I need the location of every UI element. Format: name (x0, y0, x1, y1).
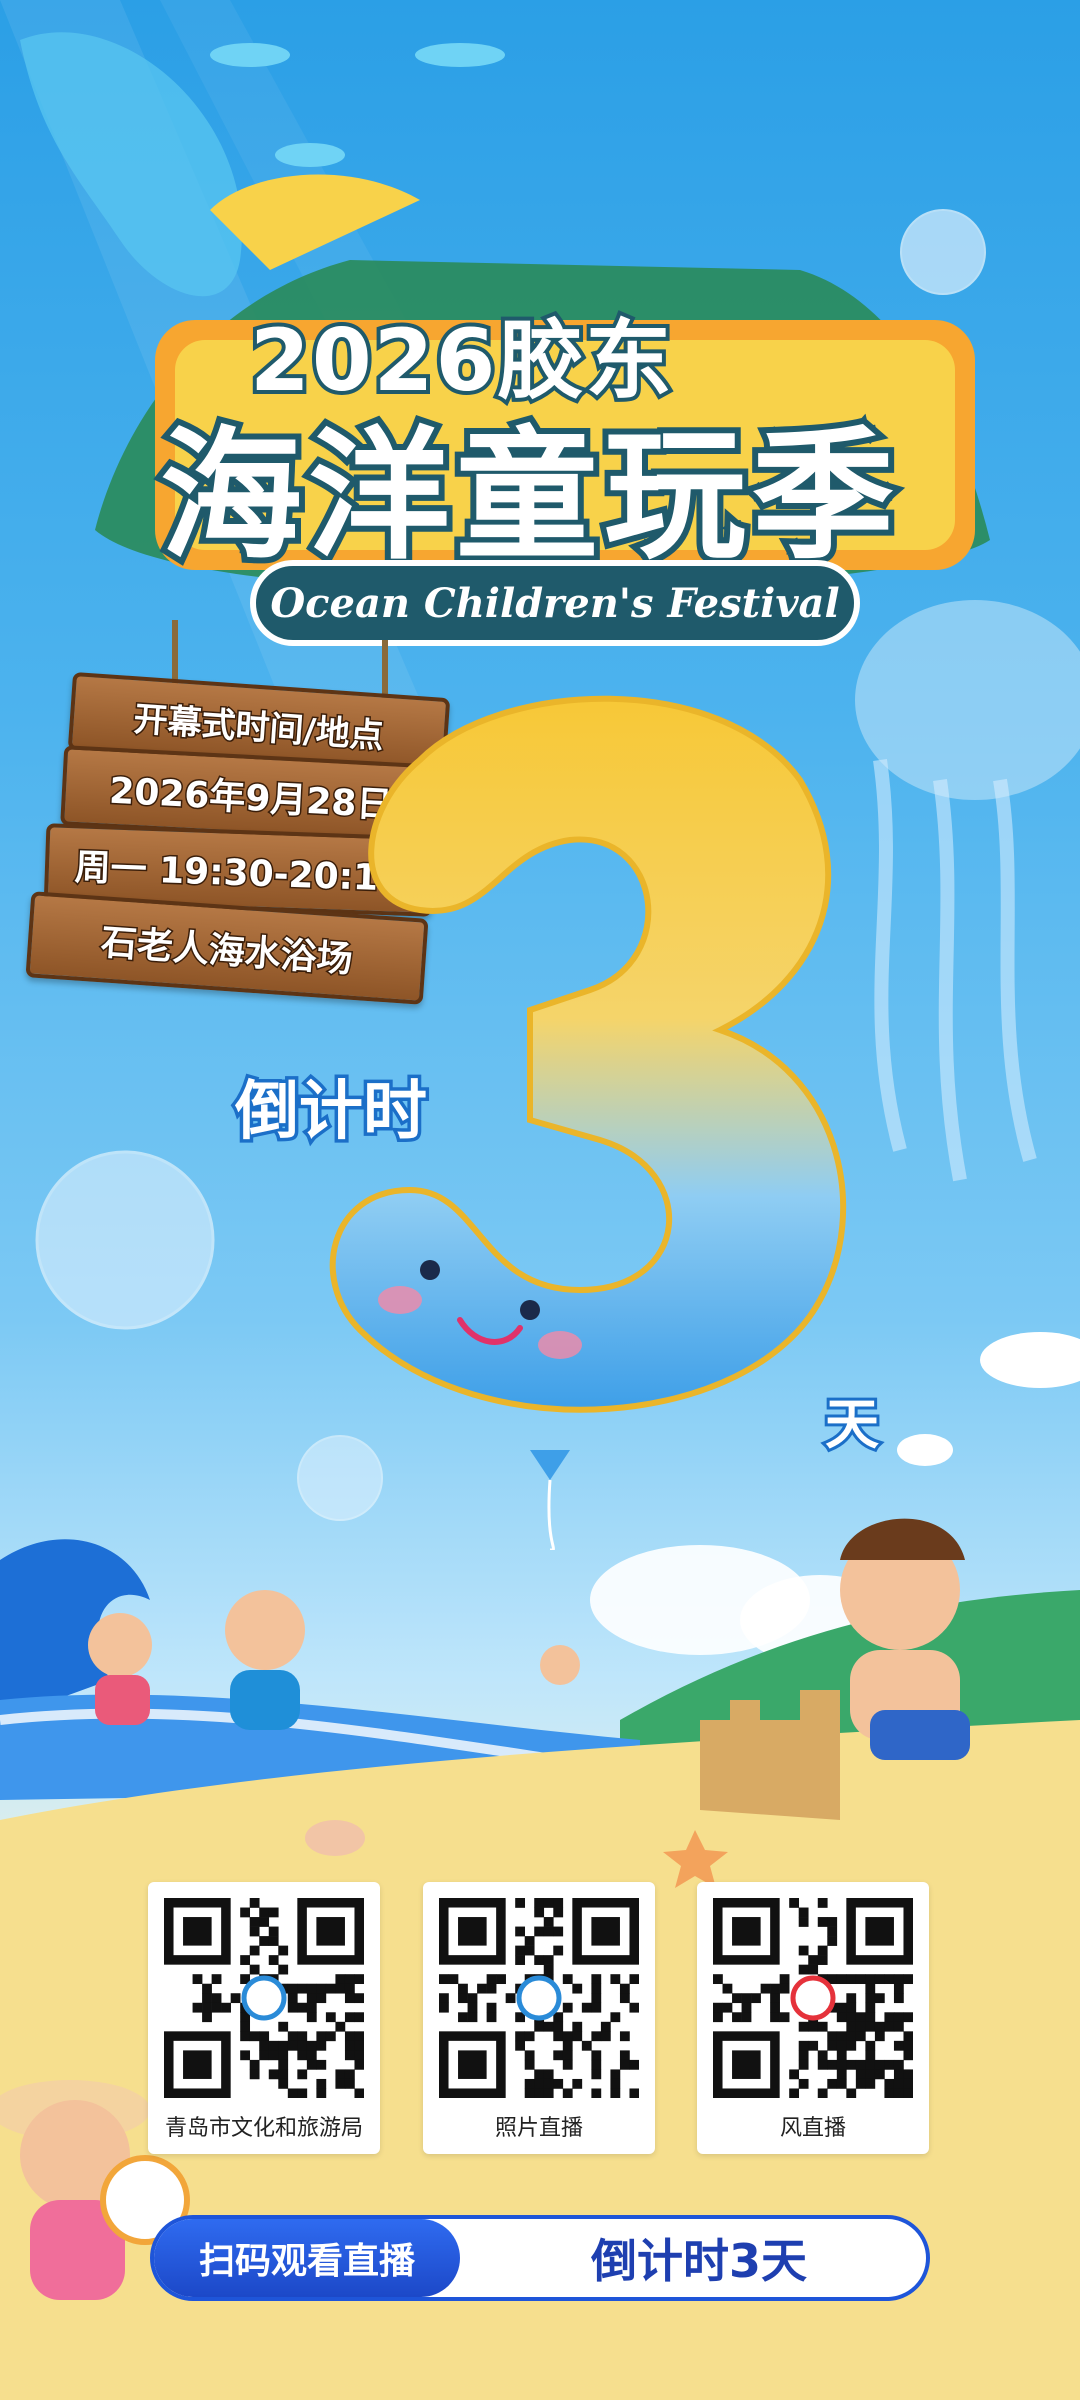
qr-label: 风直播 (779, 2115, 846, 2140)
sign-ropes (172, 620, 388, 720)
countdown-unit: 天 (822, 1390, 882, 1459)
qr-code-icon (713, 1898, 913, 2098)
scan-watch-live-button[interactable]: 扫码观看直播 (154, 2219, 460, 2297)
festival-poster: 2026胶东 海洋童玩季 Ocean Children's Festival 开… (0, 0, 1080, 2400)
balloon-number-three (329, 695, 847, 1550)
cta-bar[interactable]: 扫码观看直播 倒计时3天 (150, 2215, 930, 2301)
qr-card-photo-live[interactable]: 照片直播 (423, 1882, 655, 2154)
cta-countdown-text: 倒计时3天 (590, 2234, 807, 2288)
qr-code-icon (439, 1898, 639, 2098)
qr-label: 照片直播 (494, 2115, 583, 2140)
qr-code-icon (164, 1898, 364, 2098)
qr-label: 青岛市文化和旅游局 (164, 2115, 363, 2140)
qr-card-feng-live[interactable]: 风直播 (697, 1882, 929, 2154)
qr-card-culture-tourism[interactable]: 青岛市文化和旅游局 (148, 1882, 380, 2154)
